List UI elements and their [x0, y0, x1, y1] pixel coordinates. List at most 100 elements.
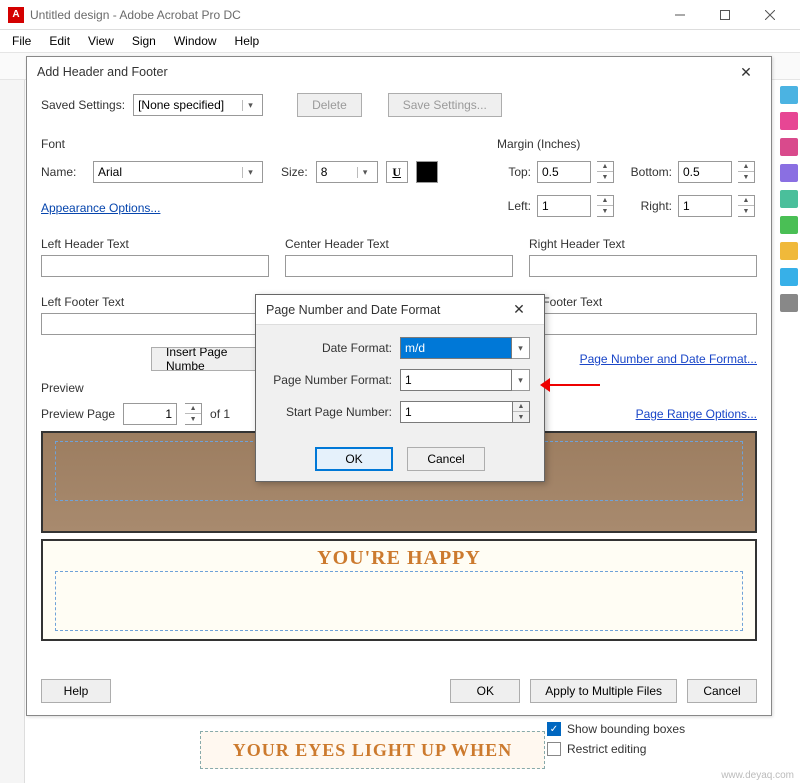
- left-footer-input[interactable]: [41, 313, 269, 335]
- font-name-value: Arial: [98, 165, 242, 179]
- saved-settings-value: [None specified]: [138, 98, 242, 112]
- watermark: www.deyaq.com: [721, 770, 794, 781]
- document-preview-strip: YOUR EYES LIGHT UP WHEN: [200, 731, 545, 769]
- margin-bottom-label: Bottom:: [620, 165, 672, 179]
- spinner[interactable]: ▲▼: [185, 403, 202, 425]
- chevron-down-icon[interactable]: ▾: [512, 369, 530, 391]
- preview-of-label: of 1: [210, 407, 230, 421]
- spinner[interactable]: ▲▼: [597, 195, 614, 217]
- tool-icon[interactable]: [780, 138, 798, 156]
- chevron-down-icon: ▾: [242, 100, 258, 111]
- close-icon[interactable]: ✕: [731, 64, 761, 81]
- preview-footer-text: YOU'RE HAPPY: [43, 547, 755, 570]
- font-group-label: Font: [41, 137, 467, 151]
- app-icon: A: [8, 7, 24, 23]
- tool-icon[interactable]: [780, 216, 798, 234]
- right-footer-input[interactable]: [529, 313, 757, 335]
- properties-panel: ✓ Show bounding boxes Restrict editing: [545, 719, 775, 769]
- tool-icon[interactable]: [780, 190, 798, 208]
- menu-window[interactable]: Window: [166, 32, 225, 50]
- annotation-arrow: [540, 378, 600, 392]
- appearance-options-link[interactable]: Appearance Options...: [41, 201, 160, 215]
- tool-icon[interactable]: [780, 112, 798, 130]
- chevron-down-icon: ▾: [357, 167, 373, 178]
- font-size-label: Size:: [281, 165, 308, 179]
- font-color-swatch[interactable]: [416, 161, 438, 183]
- font-name-label: Name:: [41, 165, 85, 179]
- margin-left-label: Left:: [497, 199, 531, 213]
- apply-multiple-button[interactable]: Apply to Multiple Files: [530, 679, 677, 703]
- dialog-title: Add Header and Footer: [37, 65, 168, 79]
- start-page-number-label: Start Page Number:: [270, 405, 400, 419]
- minimize-button[interactable]: [657, 0, 702, 30]
- font-name-select[interactable]: Arial ▾: [93, 161, 263, 183]
- maximize-button[interactable]: [702, 0, 747, 30]
- menubar: File Edit View Sign Window Help: [0, 30, 800, 52]
- left-header-input[interactable]: [41, 255, 269, 277]
- close-icon[interactable]: ✕: [504, 301, 534, 318]
- saved-settings-select[interactable]: [None specified] ▾: [133, 94, 263, 116]
- menu-sign[interactable]: Sign: [124, 32, 164, 50]
- margin-right-input[interactable]: 1: [678, 195, 732, 217]
- left-header-label: Left Header Text: [41, 237, 269, 251]
- cancel-button[interactable]: Cancel: [687, 679, 757, 703]
- left-tab-rail: [0, 80, 25, 783]
- tool-icon[interactable]: [780, 86, 798, 104]
- window-title: Untitled design - Adobe Acrobat Pro DC: [30, 8, 241, 22]
- save-settings-button[interactable]: Save Settings...: [388, 93, 502, 117]
- margin-top-label: Top:: [497, 165, 531, 179]
- tool-icon[interactable]: [780, 294, 798, 312]
- spinner[interactable]: ▲▼: [738, 161, 755, 183]
- right-header-input[interactable]: [529, 255, 757, 277]
- right-header-label: Right Header Text: [529, 237, 757, 251]
- help-button[interactable]: Help: [41, 679, 111, 703]
- font-size-value: 8: [321, 165, 357, 179]
- tool-icon[interactable]: [780, 164, 798, 182]
- checkbox-label: Show bounding boxes: [567, 722, 685, 736]
- date-format-label: Date Format:: [270, 341, 400, 355]
- page-range-options-link[interactable]: Page Range Options...: [636, 407, 757, 421]
- spinner[interactable]: ▲▼: [738, 195, 755, 217]
- spinner[interactable]: ▲▼: [597, 161, 614, 183]
- menu-help[interactable]: Help: [227, 32, 268, 50]
- left-footer-label: Left Footer Text: [41, 295, 269, 309]
- menu-file[interactable]: File: [4, 32, 39, 50]
- menu-edit[interactable]: Edit: [41, 32, 78, 50]
- checkbox-restrict-editing[interactable]: [547, 742, 561, 756]
- dialog-title: Page Number and Date Format: [266, 303, 440, 317]
- margin-bottom-input[interactable]: 0.5: [678, 161, 732, 183]
- margin-group-label: Margin (Inches): [497, 137, 757, 151]
- right-footer-label: ht Footer Text: [529, 295, 757, 309]
- menu-view[interactable]: View: [80, 32, 122, 50]
- margin-right-label: Right:: [620, 199, 672, 213]
- chevron-down-icon: ▾: [242, 167, 258, 178]
- saved-settings-label: Saved Settings:: [41, 98, 125, 112]
- font-size-select[interactable]: 8 ▾: [316, 161, 378, 183]
- tool-icon[interactable]: [780, 242, 798, 260]
- preview-page-label: Preview Page: [41, 407, 115, 421]
- cancel-button[interactable]: Cancel: [407, 447, 485, 471]
- center-header-input[interactable]: [285, 255, 513, 277]
- right-tool-rail: [778, 80, 800, 783]
- underline-button[interactable]: U: [386, 161, 408, 183]
- margin-left-input[interactable]: 1: [537, 195, 591, 217]
- page-number-format-select[interactable]: 1: [400, 369, 512, 391]
- preview-page-input[interactable]: 1: [123, 403, 177, 425]
- preview-footer-pane: YOU'RE HAPPY: [41, 539, 757, 641]
- checkbox-label: Restrict editing: [567, 742, 646, 756]
- tool-icon[interactable]: [780, 268, 798, 286]
- checkbox-show-bounding[interactable]: ✓: [547, 722, 561, 736]
- delete-button[interactable]: Delete: [297, 93, 362, 117]
- spinner[interactable]: ▲▼: [512, 401, 530, 423]
- chevron-down-icon[interactable]: ▾: [512, 337, 530, 359]
- insert-page-number-button[interactable]: Insert Page Numbe: [151, 347, 263, 371]
- page-number-date-format-dialog: Page Number and Date Format ✕ Date Forma…: [255, 294, 545, 482]
- date-format-select[interactable]: m/d: [400, 337, 512, 359]
- close-button[interactable]: [747, 0, 792, 30]
- ok-button[interactable]: OK: [450, 679, 520, 703]
- ok-button[interactable]: OK: [315, 447, 393, 471]
- page-number-date-format-link[interactable]: Page Number and Date Format...: [580, 352, 757, 366]
- margin-top-input[interactable]: 0.5: [537, 161, 591, 183]
- center-header-label: Center Header Text: [285, 237, 513, 251]
- start-page-number-input[interactable]: 1: [400, 401, 512, 423]
